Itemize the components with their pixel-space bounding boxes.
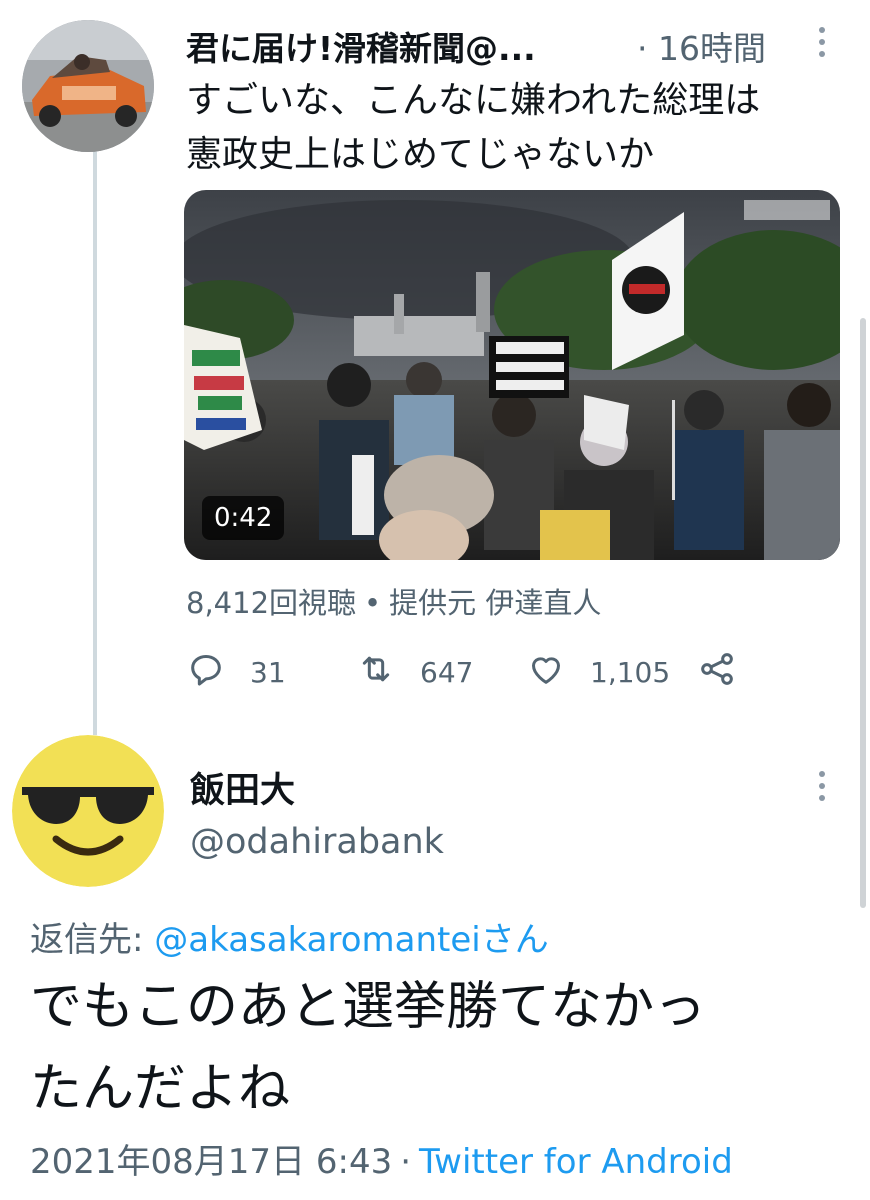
media-source[interactable]: 提供元 伊達直人 (389, 586, 601, 620)
reply-text: でもこのあと選挙勝てなかっ たんだよね (30, 966, 840, 1130)
author-avatar[interactable] (22, 20, 154, 152)
client-source-link[interactable]: Twitter for Android (419, 1142, 733, 1182)
sunglasses-emoji-avatar[interactable] (12, 735, 164, 887)
retweet-count: 647 (420, 655, 474, 689)
reply-text-line: たんだよね (30, 1059, 291, 1119)
thread-connector-line (93, 150, 97, 735)
views-separator: • (364, 586, 382, 620)
scrollbar[interactable] (860, 318, 866, 908)
tweet-timestamp[interactable]: · 16時間 (637, 22, 766, 70)
reply-author-name[interactable]: 飯田大 (190, 762, 295, 813)
author-name[interactable]: 君に届け!滑稽新聞@... (186, 22, 536, 70)
reply-icon (186, 649, 226, 696)
reply-author-handle[interactable]: @odahirabank (190, 822, 444, 862)
reply-date[interactable]: 2021年08月17日 6:43 (30, 1142, 392, 1182)
more-vertical-icon[interactable] (812, 24, 832, 60)
time-separator: · (637, 29, 648, 68)
reply-count: 31 (250, 655, 286, 689)
video-views: 8,412回視聴 • 提供元 伊達直人 (186, 580, 601, 622)
share-button[interactable] (697, 650, 737, 694)
like-button[interactable]: 1,105 (526, 650, 670, 694)
reply-button[interactable]: 31 (186, 650, 286, 694)
retweet-icon (356, 649, 396, 696)
reply-text-line: でもこのあと選挙勝てなかっ (30, 977, 707, 1037)
replying-mention-link[interactable]: @akasakaromanteiさん (154, 920, 548, 960)
replying-label: 返信先: (30, 920, 155, 960)
like-icon (526, 649, 566, 696)
share-icon (697, 649, 737, 696)
like-count: 1,105 (590, 655, 671, 689)
retweet-button[interactable]: 647 (356, 650, 473, 694)
more-vertical-icon[interactable] (812, 768, 832, 804)
reply-metadata: 2021年08月17日 6:43 · Twitter for Android (30, 1134, 733, 1183)
tweet-text-line: 憲政史上はじめてじゃないか (186, 134, 655, 175)
tweet-text-line: すごいな、こんなに嫌われた総理は (186, 80, 761, 121)
meta-separator: · (400, 1142, 412, 1182)
view-count: 8,412回視聴 (186, 586, 357, 620)
replying-to: 返信先: @akasakaromanteiさん (30, 912, 549, 961)
video-duration: 0:42 (202, 496, 285, 540)
tweet-text: すごいな、こんなに嫌われた総理は 憲政史上はじめてじゃないか (186, 74, 856, 182)
time-label: 16時間 (658, 29, 766, 68)
